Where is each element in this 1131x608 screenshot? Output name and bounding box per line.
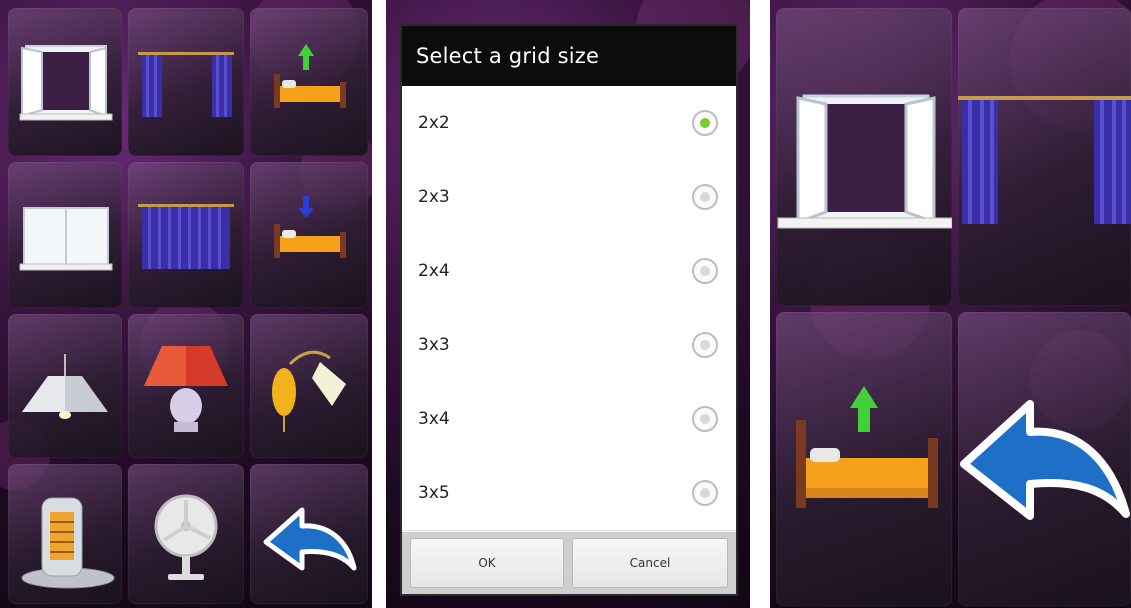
closed-curtains-icon <box>138 204 234 269</box>
tile-open-window[interactable] <box>8 8 122 156</box>
table-lamp-icon <box>144 346 228 432</box>
bed-up-icon <box>796 386 938 508</box>
radio-button[interactable] <box>692 258 718 284</box>
cancel-button[interactable]: Cancel <box>572 538 728 588</box>
middle-screen-panel: Select a grid size 2x2 2x3 2x4 3x3 3x4 3… <box>386 0 750 608</box>
dialog-button-bar: OK Cancel <box>402 532 736 594</box>
radio-button[interactable] <box>692 332 718 358</box>
grid-size-dialog: Select a grid size 2x2 2x3 2x4 3x3 3x4 3… <box>402 26 736 594</box>
tile-fan[interactable] <box>128 464 244 604</box>
open-curtains-icon <box>138 52 234 117</box>
option-row-2x4[interactable]: 2x4 <box>402 234 736 309</box>
tile-closed-curtains[interactable] <box>128 162 244 308</box>
option-label: 3x4 <box>418 409 450 429</box>
option-row-3x4[interactable]: 3x4 <box>402 382 736 457</box>
bed-up-icon <box>274 44 346 108</box>
tile-open-curtains[interactable] <box>128 8 244 156</box>
option-row-2x2[interactable]: 2x2 <box>402 86 736 161</box>
dialog-title: Select a grid size <box>416 44 600 68</box>
closed-window-icon <box>19 207 113 271</box>
radio-button-selected[interactable] <box>692 110 718 136</box>
wall-lamp-icon <box>272 350 346 432</box>
bed-down-icon <box>274 196 346 258</box>
tile-open-window[interactable] <box>776 8 952 306</box>
ok-button[interactable]: OK <box>410 538 564 588</box>
dialog-title-bar: Select a grid size <box>402 26 736 86</box>
tile-closed-window[interactable] <box>8 162 122 308</box>
fan-icon <box>154 494 218 580</box>
back-arrow-icon <box>960 400 1130 520</box>
option-row-3x5[interactable]: 3x5 <box>402 456 736 531</box>
tile-ceiling-lamp[interactable] <box>8 314 122 458</box>
tile-bed-down[interactable] <box>250 162 368 308</box>
tile-back[interactable] <box>250 464 368 604</box>
right-screen-panel <box>770 0 1131 608</box>
option-row-2x3[interactable]: 2x3 <box>402 160 736 235</box>
option-label: 2x3 <box>418 187 450 207</box>
option-label: 2x2 <box>418 113 450 133</box>
tile-bed-up[interactable] <box>250 8 368 156</box>
heater-icon <box>21 497 115 589</box>
back-arrow-icon <box>263 507 357 571</box>
open-window-icon <box>777 94 952 229</box>
option-label: 2x4 <box>418 261 450 281</box>
left-screen-panel <box>0 0 372 608</box>
option-label: 3x3 <box>418 335 450 355</box>
option-label: 3x5 <box>418 483 450 503</box>
open-window-icon <box>19 45 113 121</box>
radio-button[interactable] <box>692 406 718 432</box>
ceiling-lamp-icon <box>22 354 108 419</box>
tile-back[interactable] <box>958 312 1131 606</box>
option-row-3x3[interactable]: 3x3 <box>402 308 736 383</box>
tile-open-curtains[interactable] <box>958 8 1131 306</box>
tile-bed-up[interactable] <box>776 312 952 606</box>
tile-wall-lamp[interactable] <box>250 314 368 458</box>
tile-heater[interactable] <box>8 464 122 604</box>
open-curtains-icon <box>958 96 1131 224</box>
radio-button[interactable] <box>692 480 718 506</box>
tile-table-lamp[interactable] <box>128 314 244 458</box>
radio-button[interactable] <box>692 184 718 210</box>
